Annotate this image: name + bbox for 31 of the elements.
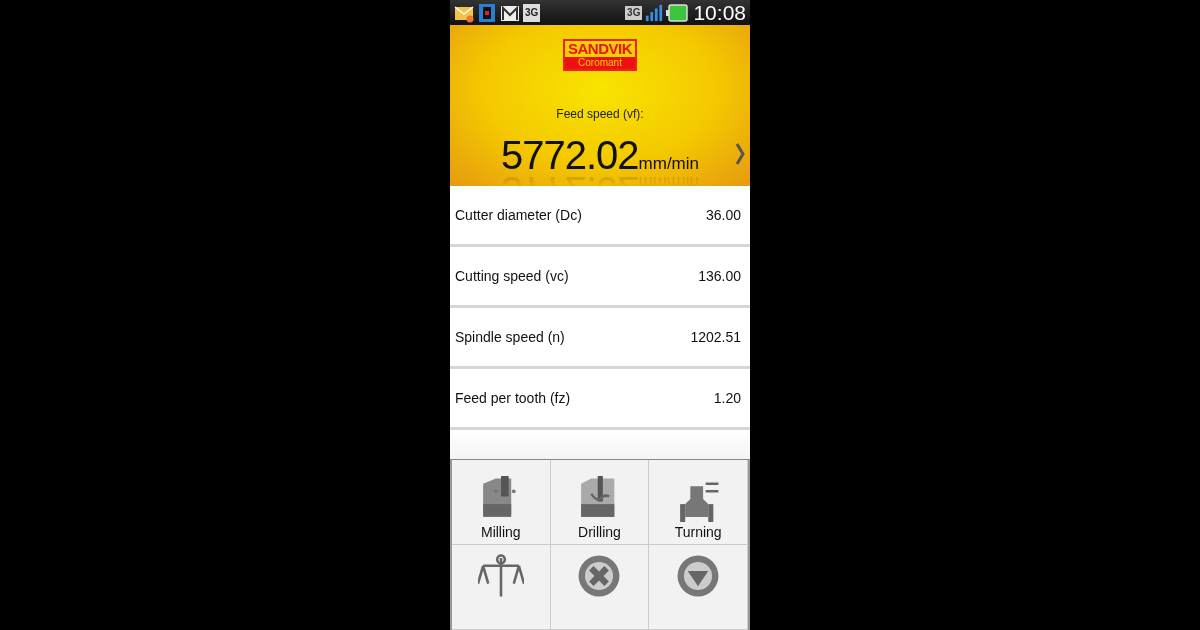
balance-scale-icon — [477, 553, 524, 599]
battery-icon — [666, 2, 689, 23]
data-badge: 3G — [523, 3, 541, 22]
parameter-row[interactable]: Cutting speed (vc) 136.00 — [450, 247, 750, 308]
menu-item[interactable]: Drilling — [550, 460, 650, 545]
signal-icon — [645, 2, 664, 23]
parameter-label: Feed per tooth (fz) — [455, 390, 571, 406]
parameter-label: Spindle speed (n) — [455, 329, 565, 345]
logo-wordmark: SANDVIK — [568, 41, 632, 58]
parameter-value: 1202.51 — [690, 329, 741, 345]
result-unit: mm/min — [638, 154, 699, 175]
parameter-label: Cutter diameter (Dc) — [455, 207, 582, 223]
menu-label: Drilling — [578, 524, 621, 540]
menu-label: Milling — [481, 524, 521, 540]
parameter-value: 1.20 — [713, 390, 741, 406]
menu-item[interactable] — [649, 545, 748, 630]
parameter-row[interactable]: Cutter diameter (Dc) 36.00 — [450, 186, 750, 247]
parameter-label: Cutting speed (vc) — [455, 268, 569, 284]
result-label: Feed speed (vf): — [556, 107, 644, 122]
parameter-row[interactable]: Spindle speed (n) 1202.51 — [450, 308, 750, 369]
parameter-value: 136.00 — [698, 268, 741, 284]
menu-item[interactable] — [452, 545, 551, 630]
result-value: 5772.02 — [500, 133, 639, 179]
menu-item[interactable]: Turning — [649, 460, 748, 545]
menu-item[interactable]: Milling — [452, 460, 551, 545]
network-type: 3G — [625, 5, 643, 20]
logo-subtitle: Coromant — [565, 57, 635, 70]
menu-label: Turning — [674, 524, 722, 540]
menu-item[interactable] — [550, 545, 650, 630]
parameter-value: 36.00 — [705, 207, 741, 223]
clock-time: 10:08 — [693, 0, 746, 25]
